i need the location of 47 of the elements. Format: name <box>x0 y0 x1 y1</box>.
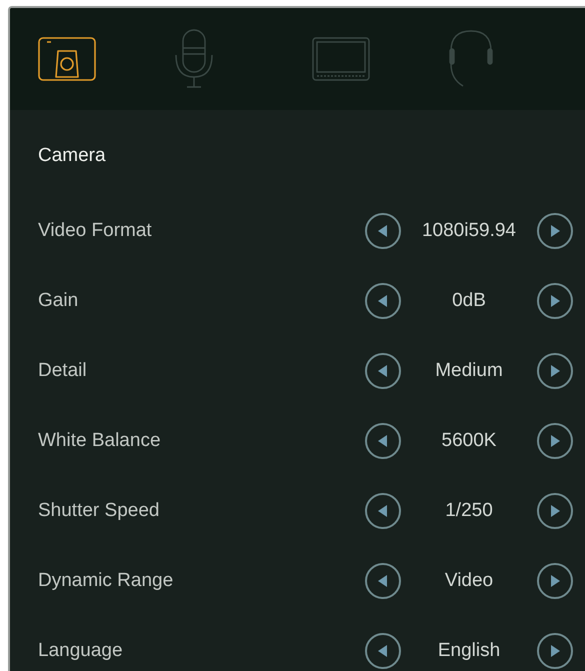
previous-button[interactable] <box>365 213 401 249</box>
left-triangle-icon <box>378 575 388 587</box>
setting-value: English <box>436 640 502 662</box>
right-triangle-icon <box>550 365 560 377</box>
left-triangle-icon <box>378 505 388 517</box>
setting-label: White Balance <box>38 430 161 452</box>
right-triangle-icon <box>550 435 560 447</box>
left-triangle-icon <box>378 365 388 377</box>
left-triangle-icon <box>378 435 388 447</box>
right-triangle-icon <box>550 295 560 307</box>
next-button[interactable] <box>537 493 573 529</box>
setting-label: Shutter Speed <box>38 500 160 522</box>
previous-button[interactable] <box>365 563 401 599</box>
next-button[interactable] <box>537 213 573 249</box>
next-button[interactable] <box>537 423 573 459</box>
setting-label: Detail <box>38 360 87 382</box>
monitor-icon <box>312 37 370 81</box>
right-triangle-icon <box>550 645 560 657</box>
setting-value: 1080i59.94 <box>420 220 518 242</box>
setting-label: Language <box>38 640 123 662</box>
left-triangle-icon <box>378 645 388 657</box>
previous-button[interactable] <box>365 633 401 669</box>
previous-button[interactable] <box>365 283 401 319</box>
right-triangle-icon <box>550 575 560 587</box>
next-button[interactable] <box>537 563 573 599</box>
setting-label: Gain <box>38 290 78 312</box>
setting-value: 0dB <box>451 290 487 312</box>
right-triangle-icon <box>550 505 560 517</box>
next-button[interactable] <box>537 633 573 669</box>
previous-button[interactable] <box>365 353 401 389</box>
left-triangle-icon <box>378 295 388 307</box>
right-triangle-icon <box>550 225 560 237</box>
setting-value: Video <box>444 570 494 592</box>
section-title: Camera <box>38 144 107 168</box>
previous-button[interactable] <box>365 423 401 459</box>
setting-label: Video Format <box>38 220 152 242</box>
setting-label: Dynamic Range <box>38 570 174 592</box>
setting-value: 5600K <box>440 430 498 452</box>
next-button[interactable] <box>537 283 573 319</box>
camera-icon <box>38 37 96 81</box>
left-triangle-icon <box>378 225 388 237</box>
microphone-icon <box>174 29 215 89</box>
next-button[interactable] <box>537 353 573 389</box>
setting-value: 1/250 <box>444 500 494 522</box>
previous-button[interactable] <box>365 493 401 529</box>
setting-value: Medium <box>434 360 504 382</box>
headset-icon <box>448 29 494 89</box>
